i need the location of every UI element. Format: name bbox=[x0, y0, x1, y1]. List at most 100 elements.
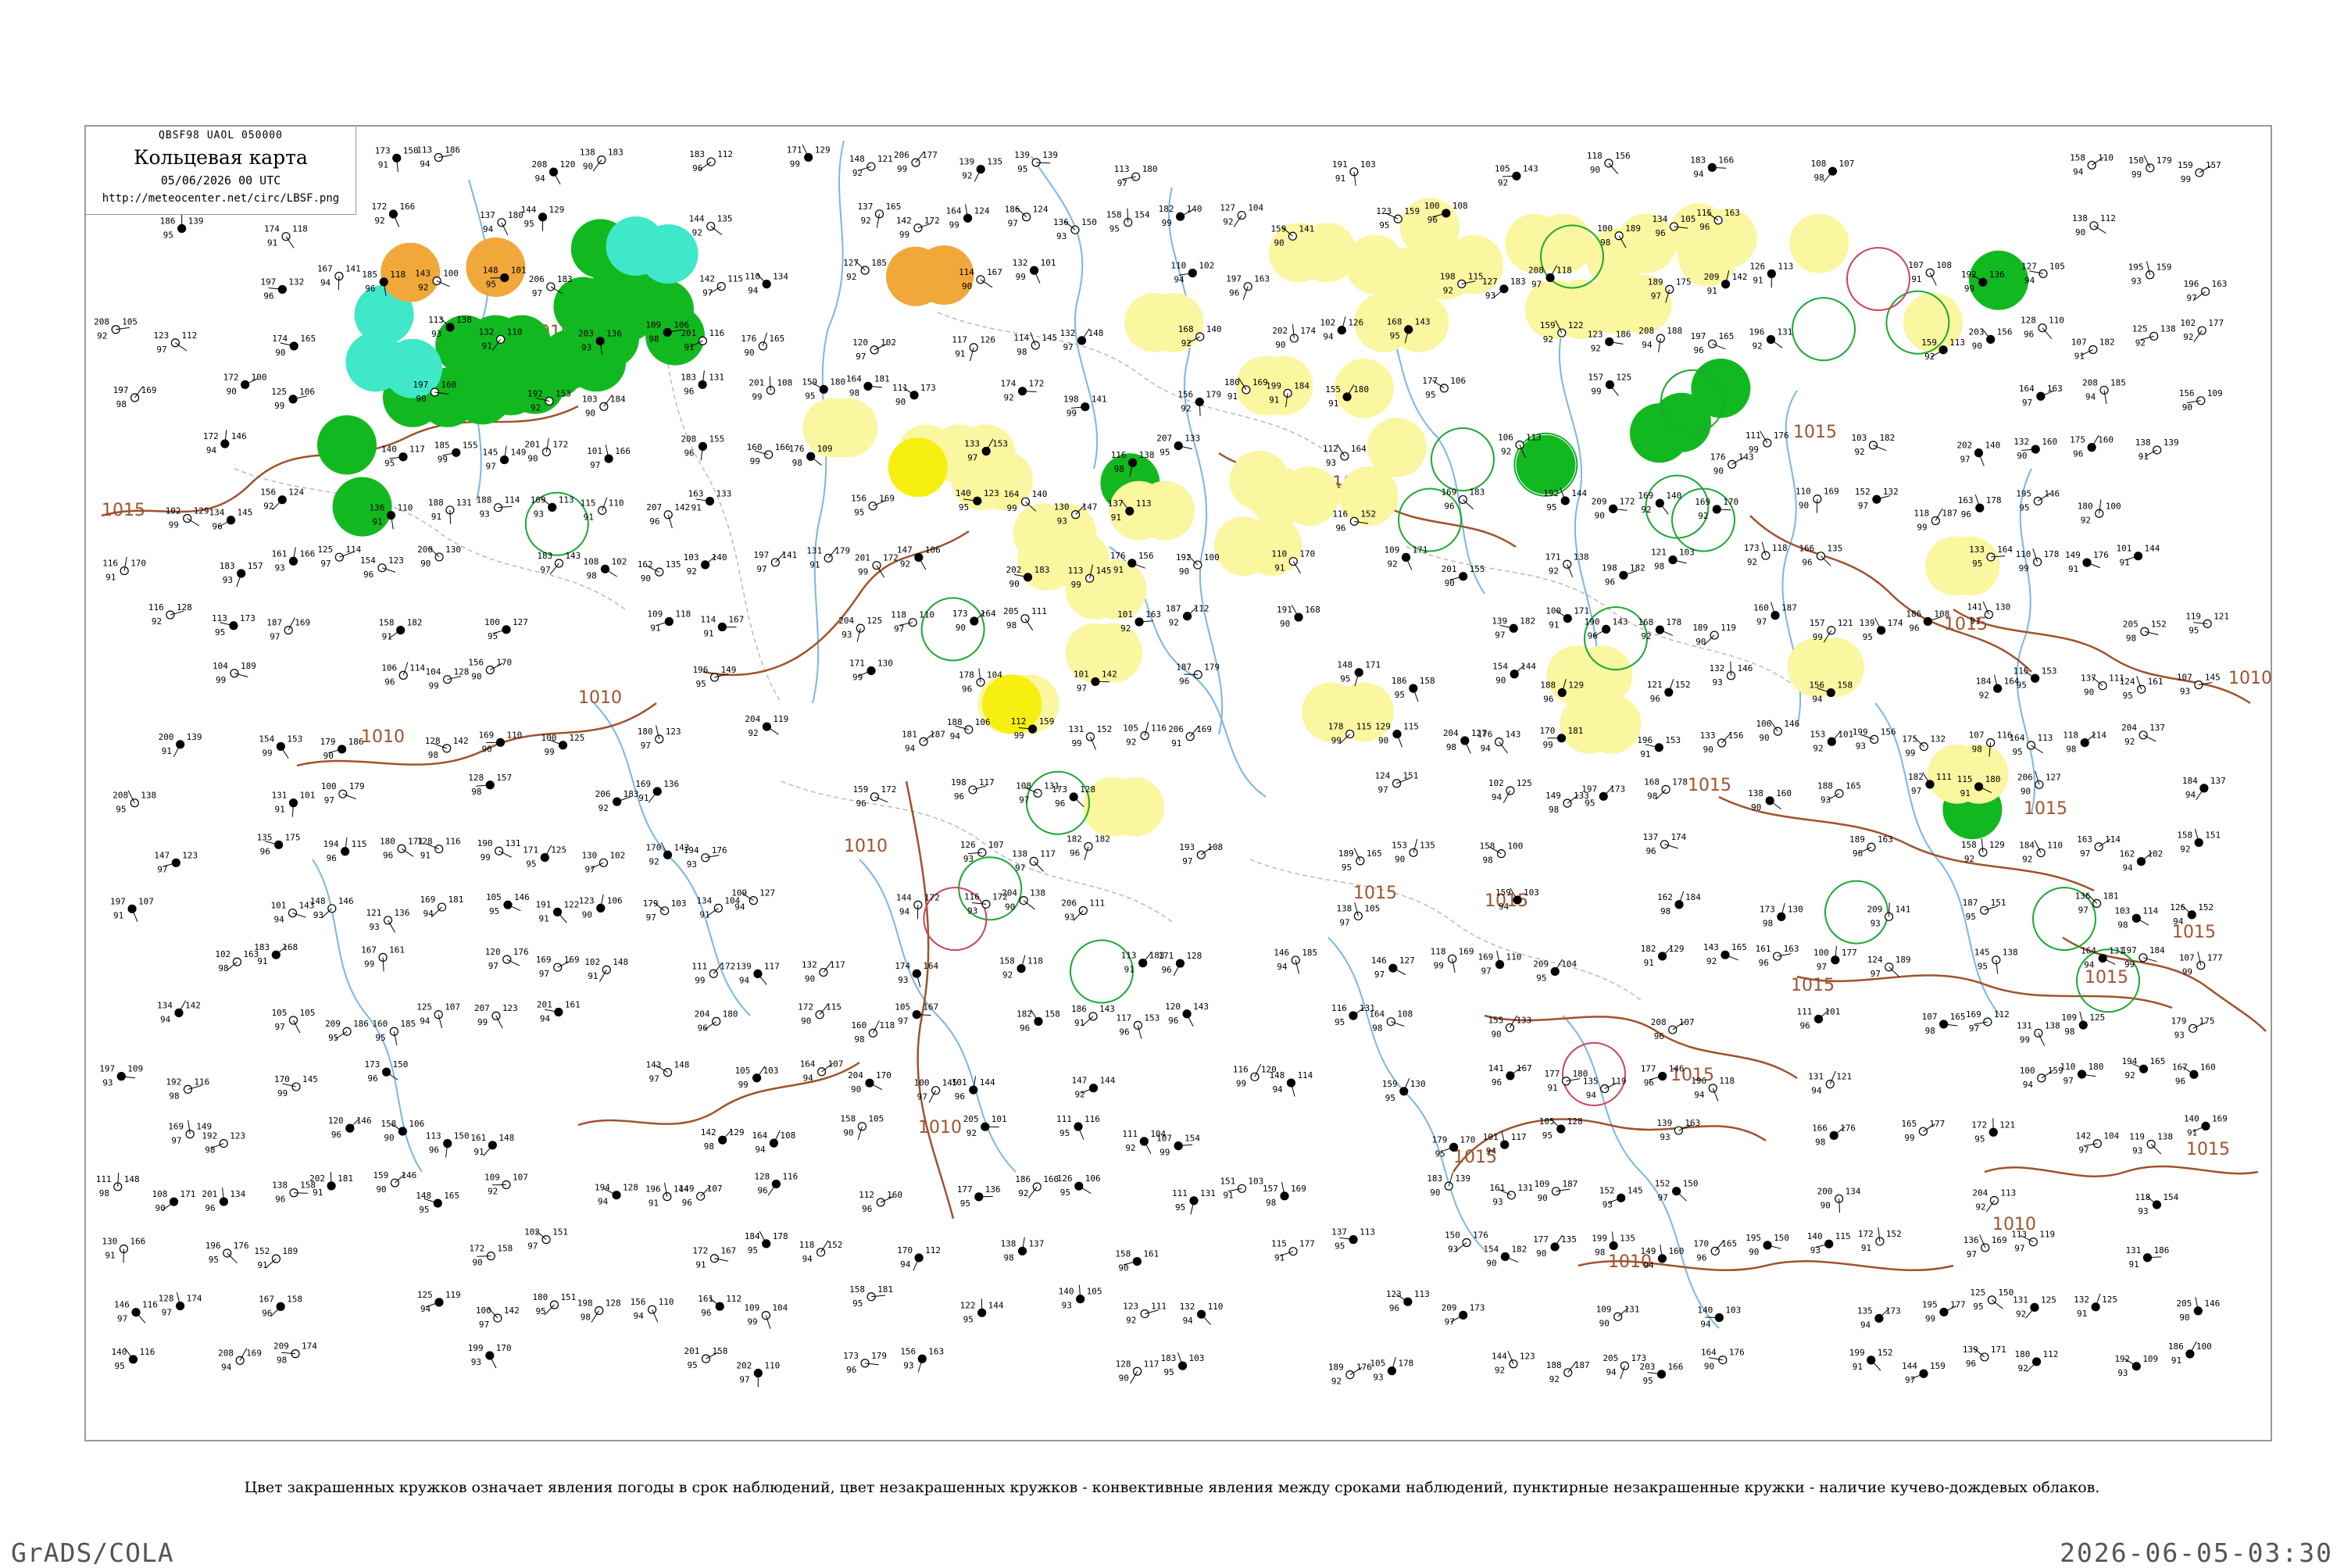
station-value: 137 bbox=[2081, 673, 2096, 684]
station-value: 164 bbox=[1003, 489, 1019, 499]
station-value: 113 bbox=[416, 145, 432, 155]
station-value: 101 bbox=[587, 446, 602, 456]
station-value: 138 bbox=[141, 791, 156, 801]
station-value: 103 bbox=[1524, 888, 1539, 898]
station-plot: 19593159 bbox=[2128, 261, 2172, 287]
station-value: 94 bbox=[420, 1016, 431, 1027]
station-value: 98 bbox=[1660, 906, 1670, 916]
station-plot: 20290174 bbox=[1272, 324, 1316, 350]
station-plot: 10097179 bbox=[321, 781, 365, 805]
station-value: 110 bbox=[919, 610, 934, 620]
station-value: 183 bbox=[1034, 565, 1050, 575]
station-value: 186 bbox=[445, 145, 460, 155]
station-value: 178 bbox=[1672, 777, 1688, 787]
station-value: 180 bbox=[532, 1292, 548, 1302]
station-value: 168 bbox=[1387, 317, 1402, 327]
station-value: 155 bbox=[1325, 384, 1341, 395]
isobar-label: 1010 bbox=[2228, 669, 2272, 688]
station-plot: 10099125 bbox=[541, 733, 584, 757]
station-value: 123 bbox=[984, 488, 999, 498]
station-plot: 11894152 bbox=[799, 1240, 843, 1264]
station-value: 164 bbox=[1351, 444, 1367, 454]
station-plot: 20291181 bbox=[309, 1172, 353, 1198]
station-value: 96 bbox=[262, 1308, 272, 1318]
station-value: 96 bbox=[384, 677, 395, 687]
wind-barb bbox=[649, 791, 657, 802]
station-value: 92 bbox=[1501, 446, 1511, 456]
wind-barb bbox=[2194, 330, 2202, 342]
station-plot: 18194187 bbox=[902, 729, 945, 753]
station-plot: 20492113 bbox=[1972, 1188, 2016, 1212]
station-value: 125 bbox=[417, 1290, 433, 1300]
station-value: 105 bbox=[895, 1002, 910, 1013]
station-value: 97 bbox=[967, 453, 977, 463]
station-plot: 16396178 bbox=[1958, 495, 2002, 520]
station-value: 133 bbox=[1185, 434, 1200, 444]
station-value: 128 bbox=[1567, 1116, 1583, 1127]
station-value: 130 bbox=[1995, 602, 2010, 613]
station-value: 98 bbox=[849, 388, 859, 398]
station-value: 159 bbox=[1404, 206, 1420, 216]
station-plot: 12890117 bbox=[1116, 1359, 1159, 1384]
station-value: 110 bbox=[1208, 1302, 1224, 1312]
station-value: 95 bbox=[2017, 680, 2027, 690]
station-value: 173 bbox=[920, 383, 936, 393]
station-value: 91 bbox=[1223, 1190, 1233, 1200]
station-value: 93 bbox=[534, 509, 544, 519]
station-value: 129 bbox=[549, 205, 565, 215]
station-value: 137 bbox=[1108, 498, 1124, 509]
station-value: 99 bbox=[274, 401, 284, 411]
station-value: 172 bbox=[924, 892, 940, 902]
station-value: 183 bbox=[1427, 1173, 1442, 1184]
station-value: 96 bbox=[682, 1198, 692, 1208]
station-value: 98 bbox=[1266, 1198, 1276, 1208]
station-value: 116 bbox=[1151, 723, 1167, 734]
station-plot: 10292177 bbox=[2180, 318, 2224, 342]
station-value: 93 bbox=[1326, 458, 1336, 468]
station-value: 100 bbox=[1507, 841, 1523, 852]
station-value: 146 bbox=[1669, 1063, 1685, 1073]
station-value: 203 bbox=[1639, 1362, 1655, 1372]
station-plot: 10297151 bbox=[524, 1227, 568, 1252]
station-value: 168 bbox=[1178, 324, 1194, 334]
station-plot: 13293146 bbox=[1709, 662, 1753, 688]
station-value: 105 bbox=[1364, 903, 1380, 913]
station-value: 172 bbox=[469, 1244, 484, 1254]
station-value: 96 bbox=[846, 1365, 856, 1375]
station-value: 90 bbox=[1972, 341, 1982, 351]
station-value: 95 bbox=[215, 627, 225, 638]
station-value: 96 bbox=[684, 386, 694, 396]
station-plot: 15690109 bbox=[2179, 388, 2223, 413]
station-value: 105 bbox=[735, 1066, 751, 1076]
station-value: 142 bbox=[1732, 272, 1748, 282]
station-value: 100 bbox=[2196, 1341, 2212, 1352]
station-value: 114 bbox=[2142, 905, 2158, 916]
station-value: 112 bbox=[2043, 1349, 2059, 1359]
station-plot: 12599106 bbox=[271, 387, 315, 411]
station-plot: 14792106 bbox=[897, 545, 941, 570]
station-value: 95 bbox=[1642, 1376, 1653, 1386]
station-plot: 15693163 bbox=[900, 1346, 944, 1372]
station-value: 186 bbox=[2168, 1341, 2184, 1352]
station-value: 132 bbox=[1180, 1302, 1195, 1312]
station-value: 113 bbox=[212, 613, 227, 623]
station-plot: 20993141 bbox=[1867, 902, 1911, 928]
station-value: 108 bbox=[583, 556, 599, 566]
station-value: 136 bbox=[369, 503, 384, 513]
station-value: 100 bbox=[1424, 201, 1440, 211]
station-value: 95 bbox=[1059, 1128, 1070, 1138]
station-plot: 14392165 bbox=[1703, 942, 1747, 966]
station-plot: 16997169 bbox=[536, 955, 580, 979]
station-value: 95 bbox=[375, 1033, 385, 1043]
station-value: 99 bbox=[2182, 967, 2192, 977]
station-plot: 20194161 bbox=[537, 999, 581, 1023]
station-value: 112 bbox=[181, 330, 197, 341]
station-value: 117 bbox=[764, 961, 780, 971]
station-value: 209 bbox=[325, 1019, 341, 1029]
station-plot: 19099131 bbox=[477, 838, 521, 863]
station-value: 172 bbox=[1858, 1229, 1874, 1239]
station-value: 98 bbox=[1815, 1137, 1825, 1147]
station-value: 197 bbox=[1691, 331, 1706, 341]
station-value: 184 bbox=[1294, 380, 1310, 391]
station-plot: 13390156 bbox=[1700, 730, 1744, 755]
